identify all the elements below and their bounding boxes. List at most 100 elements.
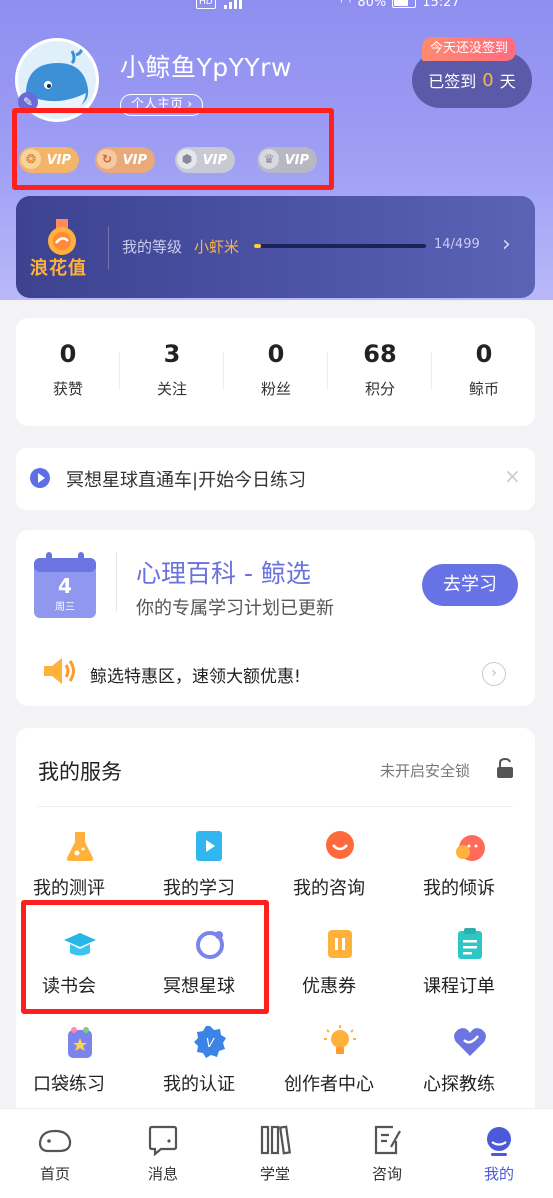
stat-label: 粉丝 (260, 380, 291, 398)
battery-icon (392, 0, 417, 8)
calendar-day: 4 (58, 574, 72, 598)
battery-percent: 80% (357, 0, 387, 10)
coupon-icon (328, 930, 352, 958)
service-label: 我的测评 (33, 878, 105, 899)
level-name: 小虾米 (194, 238, 240, 256)
message-icon (148, 1125, 178, 1157)
nav-consult[interactable]: 咨询 (332, 1123, 442, 1184)
divider (38, 806, 513, 807)
service-label: 我的倾诉 (423, 878, 495, 899)
nav-label: 消息 (147, 1165, 178, 1183)
close-icon[interactable]: × (504, 464, 521, 488)
vip-badge-crown[interactable]: ♛ VIP (257, 147, 317, 173)
books-icon (260, 1125, 292, 1155)
nav-label: 咨询 (371, 1165, 402, 1183)
service-label: 心探教练 (423, 1074, 495, 1095)
checkin-days: 0 (482, 69, 494, 91)
vip-badge-orange[interactable]: ↻ VIP (95, 147, 155, 173)
order-list-icon (458, 928, 482, 959)
level-card[interactable]: 浪花值 我的等级 小虾米 14/499 › (16, 196, 535, 298)
notice-banner[interactable]: 冥想星球直通车|开始今日练习 × (16, 448, 535, 510)
unlock-icon[interactable] (496, 757, 514, 778)
service-label: 我的学习 (163, 878, 235, 899)
vip-gold-icon: ❂ (21, 149, 41, 169)
wave-medal-icon (44, 218, 80, 258)
service-my-confide[interactable]: 我的倾诉 (406, 828, 536, 908)
stat-value: 68 (363, 340, 397, 368)
svg-text:V: V (206, 1036, 215, 1050)
tomato-face-icon (456, 835, 485, 861)
stat-value: 0 (475, 340, 493, 368)
nav-academy[interactable]: 学堂 (220, 1123, 330, 1184)
service-label: 口袋练习 (33, 1074, 105, 1095)
stat-value: 0 (59, 340, 77, 368)
service-pocket-practice[interactable]: 口袋练习 (16, 1024, 146, 1104)
stats-card: 0 获赞 3 关注 0 粉丝 68 积分 0 鲸币 (16, 318, 535, 426)
stat-likes[interactable]: 0 获赞 (16, 340, 120, 399)
stat-label: 积分 (364, 380, 395, 398)
level-score: 14/499 (434, 237, 480, 252)
signal-icon (223, 0, 242, 9)
services-title: 我的服务 (38, 760, 122, 784)
stat-label: 获赞 (52, 380, 83, 398)
chat-bubble-icon (326, 831, 354, 859)
whale-home-icon (38, 1129, 72, 1153)
chevron-right-icon[interactable]: › (502, 232, 511, 257)
level-progress-fill (254, 244, 261, 248)
checkin-prefix: 已签到 (428, 72, 477, 91)
status-bar: HD ◠ 80% 15:27 (0, 0, 553, 14)
chevron-right-icon[interactable]: › (482, 662, 506, 686)
vip-crown-icon: ♛ (259, 149, 279, 169)
security-lock-status[interactable]: 未开启安全锁 (380, 760, 470, 781)
promo-text[interactable]: 鲸选特惠区，速领大额优惠! (90, 662, 301, 687)
service-coupon[interactable]: 优惠券 (276, 926, 406, 1006)
video-play-icon (196, 831, 222, 861)
service-heart-coach[interactable]: 心探教练 (406, 1024, 536, 1104)
service-course-orders[interactable]: 课程订单 (406, 926, 536, 1006)
stat-fans[interactable]: 0 粉丝 (224, 340, 328, 399)
vip-badge-label: VIP (122, 152, 147, 168)
calendar-weekday: 周三 (55, 602, 75, 613)
stat-value: 3 (163, 340, 181, 368)
nav-label: 学堂 (259, 1165, 290, 1183)
vip-badge-gold[interactable]: ❂ VIP (19, 147, 79, 173)
stat-points[interactable]: 68 积分 (328, 340, 432, 399)
stat-label: 鲸币 (468, 380, 499, 398)
nav-label: 首页 (39, 1165, 70, 1183)
speaker-icon (42, 656, 78, 686)
wifi-icon: ◠ (340, 0, 352, 10)
go-study-button[interactable]: 去学习 (422, 564, 518, 606)
level-label: 我的等级 (122, 238, 183, 256)
vip-silver-icon: ⬢ (177, 149, 197, 169)
service-my-assessment[interactable]: 我的测评 (16, 828, 146, 908)
nav-home[interactable]: 首页 (0, 1123, 110, 1184)
vip-badge-silver[interactable]: ⬢ VIP (175, 147, 235, 173)
service-my-consultation[interactable]: 我的咨询 (276, 828, 406, 908)
service-creator-center[interactable]: 创作者中心 (276, 1024, 406, 1104)
stat-value: 0 (267, 340, 285, 368)
play-icon (30, 468, 50, 488)
stat-label: 关注 (156, 380, 187, 398)
service-label: 创作者中心 (284, 1074, 374, 1095)
course-title: 心理百科 - 鲸选 (136, 559, 311, 588)
stat-coins[interactable]: 0 鲸币 (432, 340, 536, 399)
service-label: 我的咨询 (293, 878, 365, 899)
vip-badges-highlight: ❂ VIP ↻ VIP ⬢ VIP ♛ VIP (12, 108, 334, 190)
profile-icon (487, 1127, 511, 1156)
course-subtitle: 你的专属学习计划已更新 (136, 598, 334, 619)
wave-points-title: 浪花值 (30, 258, 87, 279)
divider (116, 552, 117, 612)
services-highlight (21, 900, 269, 1014)
nav-messages[interactable]: 消息 (108, 1123, 218, 1184)
hd-indicator: HD (196, 0, 216, 9)
service-label: 课程订单 (423, 976, 495, 997)
nav-label: 我的 (483, 1165, 514, 1183)
divider (108, 226, 109, 270)
lightbulb-icon (324, 1025, 356, 1054)
service-my-learning[interactable]: 我的学习 (146, 828, 276, 908)
service-label: 优惠券 (302, 976, 356, 997)
nav-mine[interactable]: 我的 (444, 1123, 553, 1184)
service-my-certification[interactable]: V 我的认证 (146, 1024, 276, 1104)
flask-icon (66, 832, 94, 861)
stat-following[interactable]: 3 关注 (120, 340, 224, 399)
